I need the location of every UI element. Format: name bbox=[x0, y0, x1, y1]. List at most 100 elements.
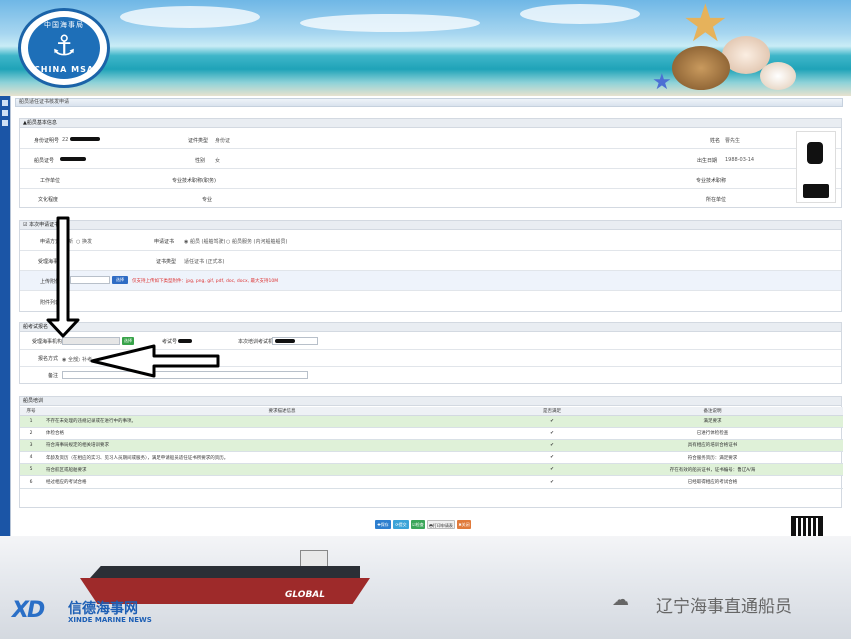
row-number: 2 bbox=[20, 427, 42, 440]
apply-cert-label: 申请证书 bbox=[154, 239, 175, 245]
footer-banner: GLOBAL XD 信德海事网 XINDE MARINE NEWS ☁ 辽宁海事… bbox=[0, 536, 851, 639]
row-note: 已进行体检检查 bbox=[582, 427, 843, 440]
name-value: 曹先生 bbox=[725, 138, 741, 144]
form-row: 附件列表 bbox=[20, 291, 841, 312]
attachments-label: 附件列表 bbox=[40, 300, 61, 306]
id-label: 身份证明号 bbox=[34, 138, 60, 144]
msa-label: 受理海事局 bbox=[38, 259, 64, 265]
redacted-text bbox=[70, 137, 100, 141]
form-row: 申请方式 ◉ 新 ○ 换发 申请证书 ◉ 船员 (船舶驾驶) ○ 船员服务 (内… bbox=[20, 231, 841, 251]
redacted-text bbox=[178, 339, 192, 343]
wechat-account: 辽宁海事直通船员 bbox=[656, 597, 792, 617]
radio-new[interactable]: ◉ 新 bbox=[62, 238, 73, 245]
specialty-label: 专业技术职称 bbox=[696, 178, 727, 184]
shell-icon bbox=[760, 62, 796, 90]
row-note: 存在有效的船员证书，证书编号：鲁辽A/海 bbox=[582, 463, 843, 477]
upload-label: 上传附件 bbox=[40, 279, 61, 285]
menu-icon[interactable] bbox=[2, 100, 8, 106]
info-row: 工作单位 专业技术职称(职务) 专业技术职称 bbox=[20, 169, 841, 189]
close-button[interactable]: ✖关闭 bbox=[457, 520, 471, 529]
table-row: 1 不存在未处理的违规记录或在进行中的事项。 ✔ 满足要求 bbox=[20, 415, 843, 428]
table-row: 2 体检合格 ✔ 已进行体检检查 bbox=[20, 427, 843, 440]
redacted-text bbox=[60, 157, 86, 161]
logo-en-text: CHINA MSA bbox=[33, 65, 95, 74]
menu-icon[interactable] bbox=[2, 120, 8, 126]
page-title: 船员适任证书核发申请 bbox=[15, 98, 843, 107]
row-description: 符合海事局规定的相关培训要求 bbox=[42, 439, 522, 453]
left-sidebar bbox=[0, 96, 10, 536]
col-header: 要求描述信息 bbox=[42, 407, 522, 416]
radio-renew[interactable]: ○ 换发 bbox=[76, 238, 92, 245]
row-description: 符合航区或船舶要求 bbox=[42, 463, 522, 477]
basket-icon bbox=[672, 46, 730, 90]
form-row: 上传附件 选择 仅支持上传如下类型附件：jpg, png, gif, pdf, … bbox=[20, 271, 841, 291]
job-label: 工作单位 bbox=[40, 178, 61, 184]
job-title-label: 专业技术职称(职务) bbox=[172, 178, 216, 184]
save-button[interactable]: ✚保存 bbox=[375, 520, 391, 529]
row-number: 1 bbox=[20, 415, 42, 428]
remark-input[interactable] bbox=[62, 371, 308, 379]
anchor-icon: ⚓ bbox=[51, 29, 77, 62]
info-row: 船员证号 性别 女 出生日期 1988-03-14 bbox=[20, 149, 841, 169]
submit-button[interactable]: ⟳提交 bbox=[393, 520, 409, 529]
info-row: 身份证明号 22 证件类型 身份证 姓名 曹先生 bbox=[20, 129, 841, 149]
row-note: 具有相应的培训合格证书 bbox=[582, 439, 843, 453]
menu-icon[interactable] bbox=[2, 110, 8, 116]
section-heading: 船员培训 bbox=[20, 397, 841, 406]
gender-label: 性别 bbox=[195, 158, 206, 164]
radio-makeup[interactable]: ○ 补考 bbox=[76, 356, 92, 363]
cert-type-label: 证件类型 bbox=[188, 138, 209, 144]
exam-no-label: 考试号 bbox=[162, 339, 178, 345]
requirements-table: 序号 要求描述信息 是否满足 备注说明 1 不存在未处理的违规记录或在进行中的事项… bbox=[20, 407, 843, 489]
train-org-input[interactable] bbox=[272, 337, 318, 345]
personal-info-section: ▲船员基本信息 身份证明号 22 证件类型 身份证 姓名 曹先生 船员证号 性别… bbox=[19, 118, 842, 208]
form-row: 报名方式 ◉ 全部 ○ 补考 仅对于已报名人员才开放此选项 bbox=[20, 350, 841, 367]
row-note: 已经取得相应的考试合格 bbox=[582, 475, 843, 489]
upload-hint: 仅支持上传如下类型附件：jpg, png, gif, pdf, doc, doc… bbox=[132, 279, 279, 284]
cert-kind-label: 证书类型 bbox=[156, 259, 177, 265]
row-number: 6 bbox=[20, 475, 42, 489]
exam-section: 船考试报名 受理海事机构 选择 考试号 本次培训考试机构 报名方式 ◉ 全部 ○… bbox=[19, 322, 842, 384]
upload-button[interactable]: 选择 bbox=[112, 276, 128, 284]
radio-cert-b[interactable]: ○ 船员服务 (内河船舶船员) bbox=[226, 238, 287, 245]
remark-label: 备注 bbox=[48, 373, 59, 379]
upload-input[interactable] bbox=[70, 276, 110, 284]
section-heading: 船考试报名 bbox=[20, 323, 841, 332]
table-row: 6 经过相应的考试合格 ✔ 已经取得相应的考试合格 bbox=[20, 475, 843, 489]
birth-label: 出生日期 bbox=[697, 158, 718, 164]
radio-cert-a[interactable]: ◉ 船员 (船舶驾驶) bbox=[184, 238, 225, 245]
row-note: 符合服务资历：满足要求 bbox=[582, 451, 843, 465]
row-number: 5 bbox=[20, 463, 42, 477]
brand-en: XINDE MARINE NEWS bbox=[68, 616, 152, 624]
gender-value: 女 bbox=[215, 158, 221, 164]
col-header: 序号 bbox=[20, 407, 42, 416]
print-button[interactable]: 🖶打印申请表 bbox=[427, 520, 455, 529]
form-row: 受理海事局 证书类型 适任证书 (正式本) bbox=[20, 251, 841, 271]
main-content: 船员适任证书核发申请 ▲船员基本信息 身份证明号 22 证件类型 身份证 姓名 … bbox=[10, 96, 843, 542]
cert-kind-value: 适任证书 (正式本) bbox=[184, 259, 225, 265]
table-row: 4 年龄及资历（在相应的实习、见习人员期间或服务），满足申请船员适任证书所要求的资… bbox=[20, 451, 843, 465]
major-label: 专业 bbox=[202, 197, 213, 203]
check-button[interactable]: ☑检查 bbox=[411, 520, 425, 529]
requirements-section: 船员培训 序号 要求描述信息 是否满足 备注说明 1 不存在未处理的违规记录或在进… bbox=[19, 396, 843, 508]
col-header: 是否满足 bbox=[522, 407, 582, 416]
reg-mode-label: 报名方式 bbox=[38, 356, 59, 362]
table-row: 5 符合航区或船舶要求 ✔ 存在有效的船员证书，证书编号：鲁辽A/海 bbox=[20, 463, 843, 477]
work-label: 船员证号 bbox=[34, 158, 55, 164]
check-icon: ✔ bbox=[522, 427, 582, 440]
col-header: 备注说明 bbox=[582, 407, 843, 416]
cloud bbox=[120, 6, 260, 28]
msa-logo: 中国海事局 ⚓ CHINA MSA bbox=[18, 8, 110, 88]
check-icon: ✔ bbox=[522, 463, 582, 477]
form-row: 备注 bbox=[20, 367, 841, 384]
wechat-icon: ☁ bbox=[612, 590, 629, 610]
birth-value: 1988-03-14 bbox=[725, 157, 755, 163]
row-description: 经过相应的考试合格 bbox=[42, 475, 522, 489]
row-description: 不存在未处理的违规记录或在进行中的事项。 bbox=[42, 415, 522, 428]
brand-cn: 信德海事网 bbox=[68, 601, 138, 617]
exam-org-select-button[interactable]: 选择 bbox=[122, 337, 134, 345]
row-description: 体检合格 bbox=[42, 427, 522, 440]
section-heading: ☑ 本次申请证书信息 bbox=[20, 221, 841, 230]
check-icon: ✔ bbox=[522, 439, 582, 453]
exam-org-input[interactable] bbox=[62, 337, 120, 345]
